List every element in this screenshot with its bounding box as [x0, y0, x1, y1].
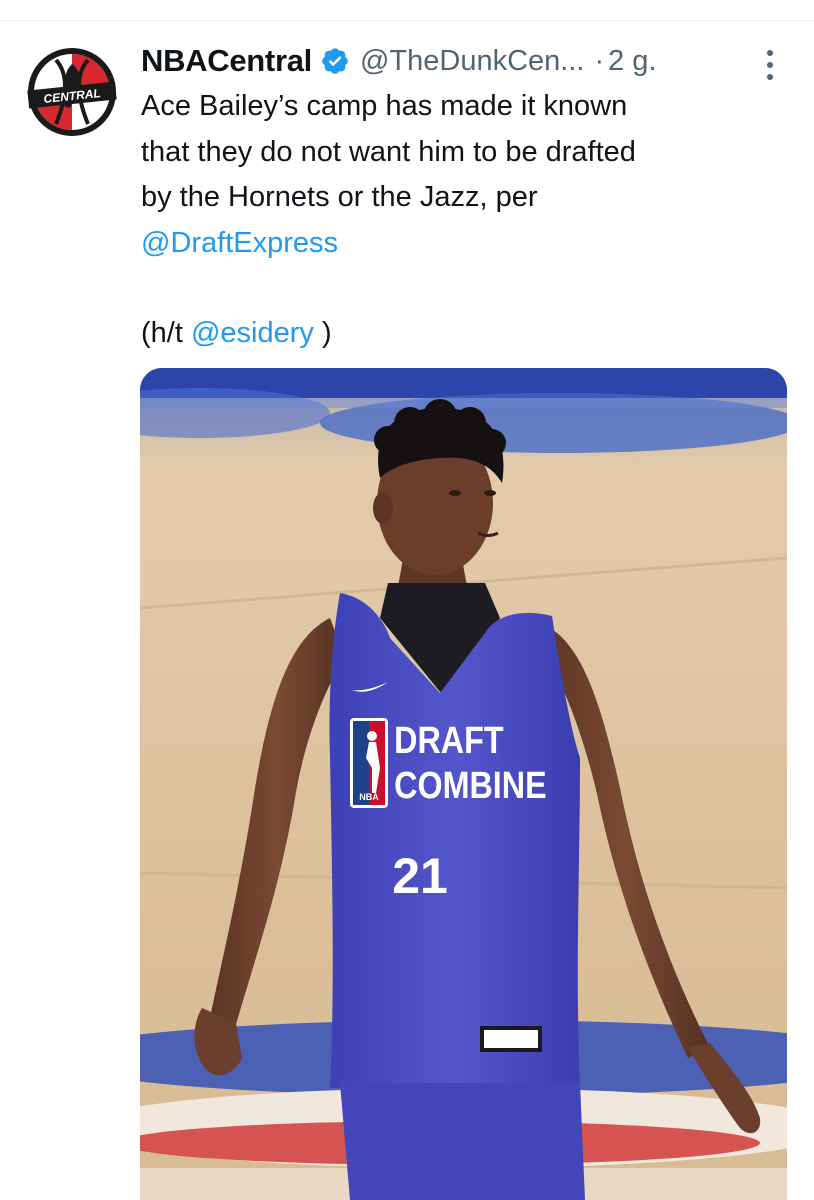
timestamp[interactable]: 2 g. [608, 45, 656, 78]
player-photo: NBA DRAFT COMBINE 21 [140, 368, 787, 1200]
jersey-line-1: DRAFT [394, 720, 504, 762]
more-options-icon[interactable] [760, 45, 780, 85]
top-divider [0, 20, 814, 21]
separator-dot: · [594, 44, 605, 77]
tweet-photo[interactable]: NBA DRAFT COMBINE 21 [140, 368, 787, 1200]
nbacentral-logo: CENTRAL [27, 48, 117, 136]
logo-text: NBA [359, 792, 379, 802]
tweet-text: Ace Bailey’s camp has made it known that… [141, 84, 781, 357]
hat-tip-line: (h/t @esidery ) [141, 311, 781, 357]
hat-tip-prefix: (h/t [141, 317, 191, 349]
handle[interactable]: @TheDunkCen... [360, 45, 584, 78]
mention-esidery[interactable]: @esidery [191, 317, 314, 349]
tweet-text-line: Ace Bailey’s camp has made it known [141, 90, 628, 122]
tweet-header: NBACentral @TheDunkCen... · 2 g. [141, 36, 781, 86]
mention-draftexpress[interactable]: @DraftExpress [141, 227, 338, 259]
jersey-number: 21 [392, 848, 448, 904]
tweet-text-line: by the Hornets or the Jazz, per [141, 181, 538, 213]
tweet-text-line: that they do not want him to be drafted [141, 135, 636, 168]
jersey-line-2: COMBINE [394, 765, 546, 807]
avatar[interactable]: CENTRAL [26, 46, 118, 138]
display-name[interactable]: NBACentral [141, 43, 312, 79]
hat-tip-suffix: ) [313, 317, 332, 349]
verified-badge-icon [320, 46, 350, 76]
